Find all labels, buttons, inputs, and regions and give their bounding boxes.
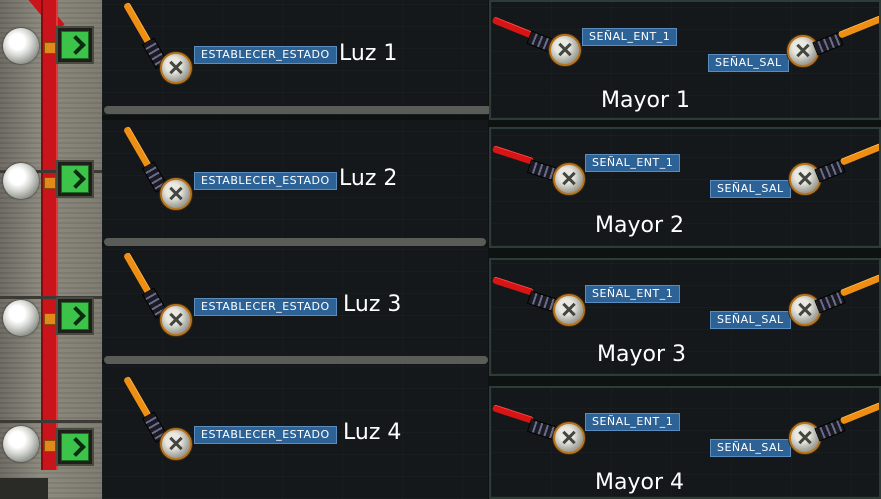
input-label-tag: SEÑAL_ENT_1 xyxy=(585,285,681,303)
component-title: Mayor 4 xyxy=(595,470,684,495)
component-title: Mayor 1 xyxy=(601,88,690,113)
wire-connector xyxy=(44,177,56,189)
chevron-right-icon xyxy=(61,302,89,330)
input-label-tag: SEÑAL_ENT_1 xyxy=(585,154,681,172)
panel-grid xyxy=(491,129,879,246)
wall-base xyxy=(0,478,48,499)
input-connector-node[interactable] xyxy=(553,422,585,454)
component-title: Luz 3 xyxy=(343,292,402,317)
output-label-tag: SEÑAL_SAL xyxy=(708,54,789,72)
chevron-right-icon xyxy=(61,433,89,461)
output-label-tag: SEÑAL_SAL xyxy=(710,180,791,198)
lamp-bulb-2[interactable] xyxy=(3,163,39,199)
input-connector-node[interactable] xyxy=(160,178,192,210)
component-title: Mayor 2 xyxy=(595,213,684,238)
comparator-panel-4[interactable]: SEÑAL_ENT_1 SEÑAL_SAL Mayor 4 xyxy=(489,386,881,499)
comparator-panel-2[interactable]: SEÑAL_ENT_1 SEÑAL_SAL Mayor 2 xyxy=(489,127,881,248)
input-label-tag: ESTABLECER_ESTADO xyxy=(194,298,337,316)
chevron-right-icon xyxy=(61,31,89,59)
lamp-wall-strip xyxy=(0,0,102,499)
lamp-bulb-3[interactable] xyxy=(3,300,39,336)
lamp-bulb-1[interactable] xyxy=(3,28,39,64)
output-label-tag: SEÑAL_SAL xyxy=(710,311,791,329)
component-title: Luz 1 xyxy=(339,41,398,66)
wire-connector xyxy=(44,313,56,325)
input-label-tag: SEÑAL_ENT_1 xyxy=(582,28,678,46)
panel-grid xyxy=(491,388,879,497)
component-title: Mayor 3 xyxy=(597,342,686,367)
light-panel-4[interactable]: ESTABLECER_ESTADO Luz 4 xyxy=(102,364,488,499)
output-label-tag: SEÑAL_SAL xyxy=(710,439,791,457)
lamp-port-2[interactable] xyxy=(56,160,94,198)
comparator-panel-1[interactable]: SEÑAL_ENT_1 SEÑAL_SAL Mayor 1 xyxy=(489,0,881,120)
input-label-tag: ESTABLECER_ESTADO xyxy=(194,172,337,190)
input-label-tag: ESTABLECER_ESTADO xyxy=(194,46,337,64)
input-label-tag: ESTABLECER_ESTADO xyxy=(194,426,337,444)
light-panel-2[interactable]: ESTABLECER_ESTADO Luz 2 xyxy=(102,120,488,242)
wall-seam xyxy=(0,420,102,423)
component-title: Luz 2 xyxy=(339,166,398,191)
input-connector-node[interactable] xyxy=(160,304,192,336)
light-panel-1[interactable]: ESTABLECER_ESTADO Luz 1 xyxy=(102,0,488,115)
input-connector-node[interactable] xyxy=(553,294,585,326)
lamp-port-1[interactable] xyxy=(56,26,94,64)
red-wire-vertical xyxy=(41,0,58,470)
input-connector-node[interactable] xyxy=(553,163,585,195)
comparator-panel-3[interactable]: SEÑAL_ENT_1 SEÑAL_SAL Mayor 3 xyxy=(489,258,881,376)
input-connector-node[interactable] xyxy=(160,428,192,460)
input-label-tag: SEÑAL_ENT_1 xyxy=(585,413,681,431)
chevron-right-icon xyxy=(61,165,89,193)
panel-divider xyxy=(104,238,486,246)
input-connector-node[interactable] xyxy=(160,52,192,84)
component-title: Luz 4 xyxy=(343,420,402,445)
lamp-port-3[interactable] xyxy=(56,297,94,335)
output-connector-node[interactable] xyxy=(787,35,819,67)
wire-connector xyxy=(44,42,56,54)
wire-connector xyxy=(44,440,56,452)
lamp-bulb-4[interactable] xyxy=(3,426,39,462)
input-connector-node[interactable] xyxy=(549,34,581,66)
panel-divider xyxy=(104,106,492,114)
panel-divider xyxy=(104,356,488,364)
light-panel-3[interactable]: ESTABLECER_ESTADO Luz 3 xyxy=(102,246,488,360)
lamp-port-4[interactable] xyxy=(56,428,94,466)
